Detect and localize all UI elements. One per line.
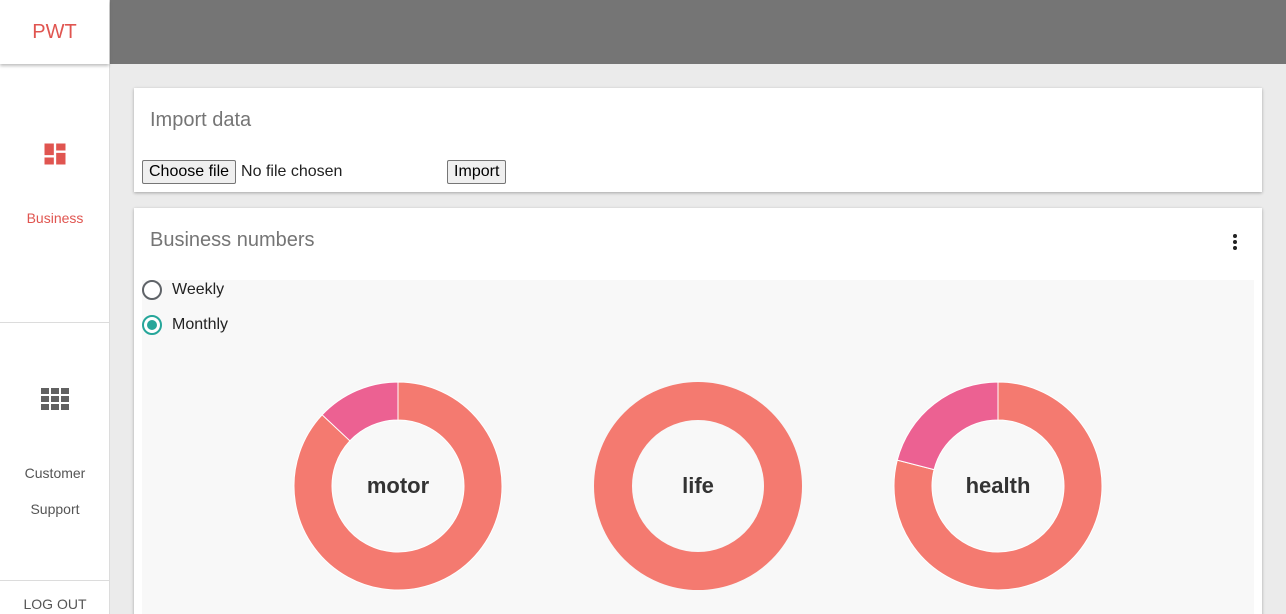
donut-label: motor bbox=[366, 473, 430, 498]
chart-panel: Weekly Monthly motor life health bbox=[142, 280, 1254, 614]
logout-button[interactable]: LOG OUT bbox=[0, 596, 110, 612]
radio-weekly[interactable]: Weekly bbox=[142, 280, 224, 300]
file-status: No file chosen bbox=[241, 163, 343, 180]
choose-file-button[interactable]: Choose file bbox=[142, 160, 237, 184]
apps-grid-icon bbox=[41, 388, 69, 410]
sidebar: PWT Business Customer Support LOG OUT bbox=[0, 0, 110, 614]
sidebar-item-customer-support[interactable]: Customer Support bbox=[0, 388, 110, 527]
import-button[interactable]: Import bbox=[447, 160, 507, 184]
import-data-card: Import data Choose file No file chosen I… bbox=[134, 88, 1262, 192]
top-app-bar bbox=[110, 0, 1286, 64]
donut-chart-life[interactable]: life bbox=[593, 381, 803, 591]
sidebar-item-label-line2: Support bbox=[30, 501, 80, 517]
business-numbers-card: Business numbers Weekly Monthly motor li… bbox=[134, 208, 1262, 614]
sidebar-item-business[interactable]: Business bbox=[0, 140, 110, 226]
sidebar-item-label-line1: Customer bbox=[24, 465, 86, 481]
divider bbox=[0, 580, 110, 581]
dashboard-icon bbox=[44, 143, 66, 165]
card-title: Business numbers bbox=[150, 229, 315, 251]
divider bbox=[0, 322, 110, 323]
donut-chart-health[interactable]: health bbox=[893, 381, 1103, 591]
radio-label: Monthly bbox=[172, 316, 229, 333]
card-title: Import data bbox=[150, 109, 252, 131]
donut-label: health bbox=[965, 473, 1031, 498]
radio-circle[interactable] bbox=[142, 280, 162, 300]
radio-label: Weekly bbox=[172, 281, 225, 298]
more-vert-icon[interactable] bbox=[1230, 232, 1240, 252]
radio-monthly[interactable]: Monthly bbox=[142, 315, 228, 335]
brand-logo[interactable]: PWT bbox=[0, 0, 109, 64]
radio-circle[interactable] bbox=[142, 315, 162, 335]
donut-label: life bbox=[682, 473, 714, 498]
sidebar-item-label: Business bbox=[26, 210, 84, 226]
donut-chart-motor[interactable]: motor bbox=[293, 381, 503, 591]
file-upload-row: Choose file No file chosen Import bbox=[142, 160, 507, 184]
